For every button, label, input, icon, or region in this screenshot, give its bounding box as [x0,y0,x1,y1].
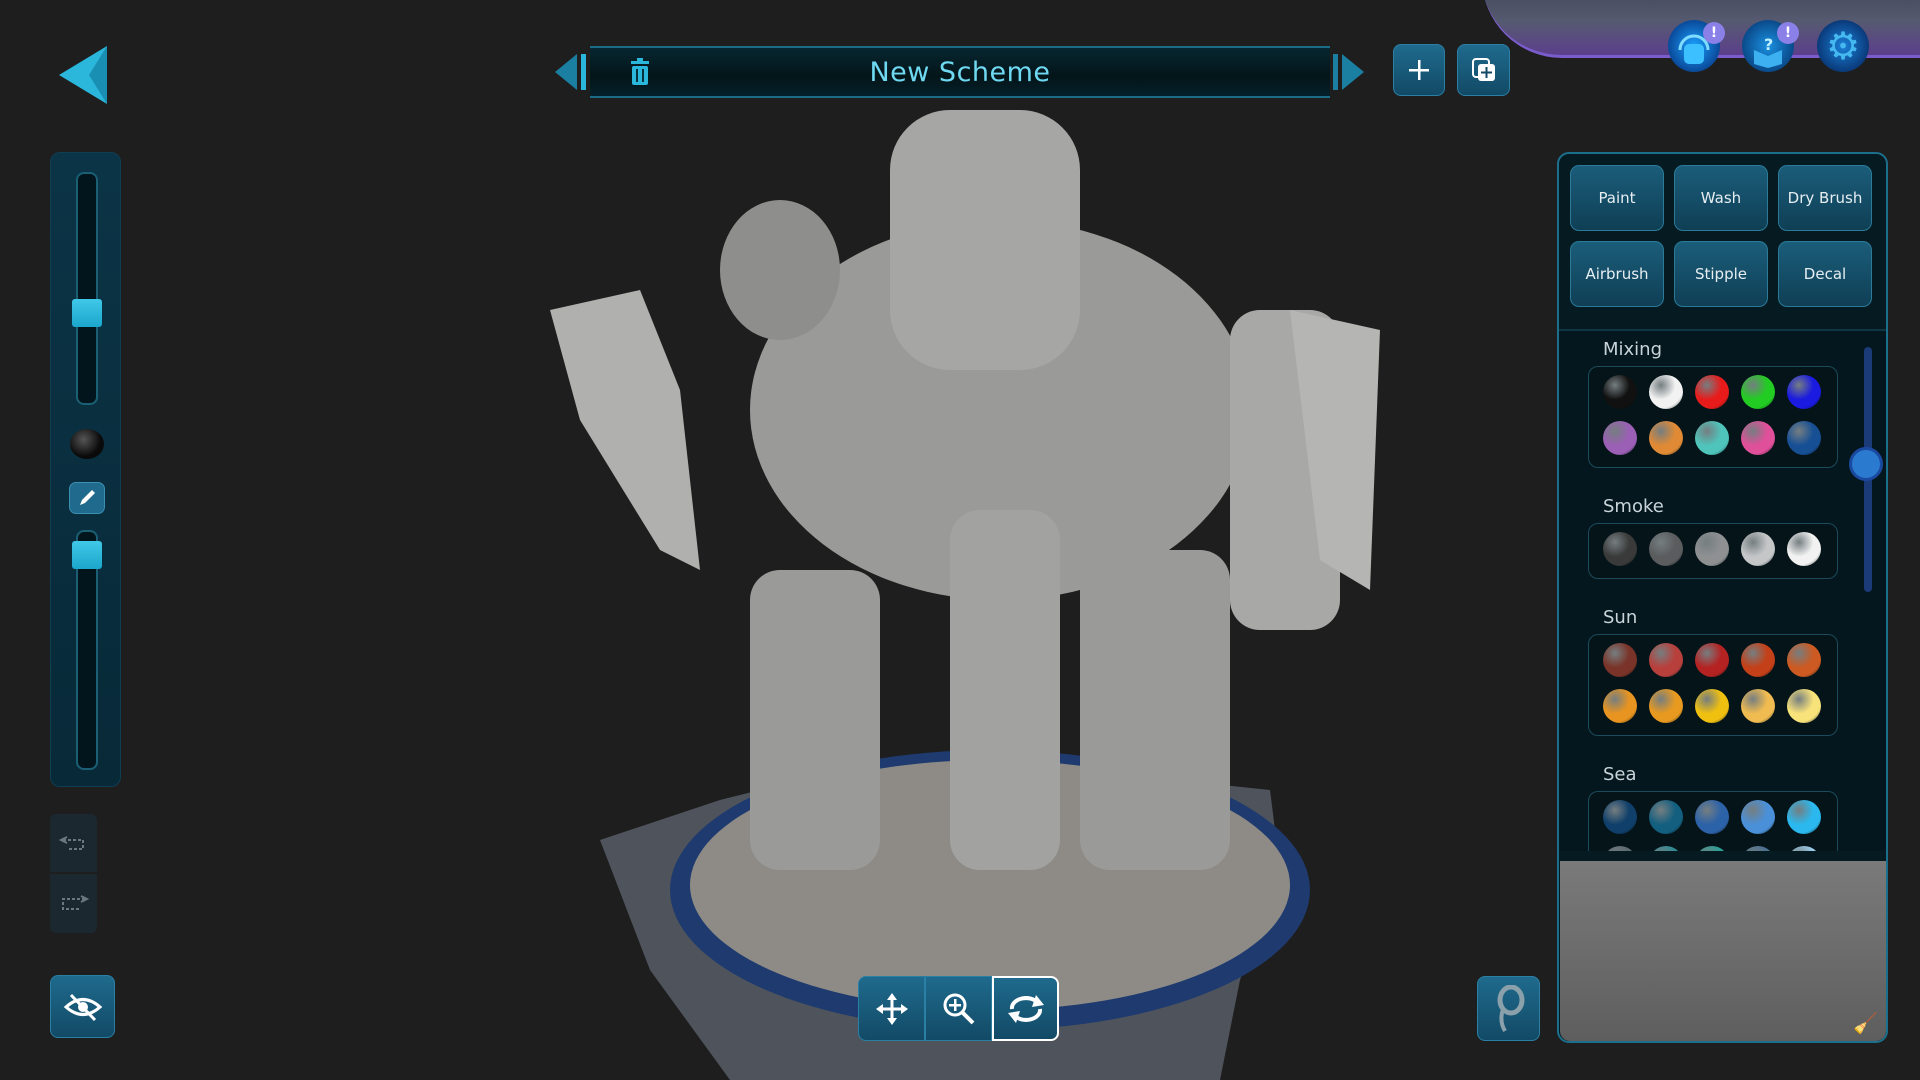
scheme-title: New Scheme [869,56,1051,88]
color-swatch[interactable] [1603,800,1637,834]
palette-scrollbar-thumb[interactable] [1849,447,1883,481]
zoom-tool-button[interactable] [925,976,992,1041]
palette-group-label: Mixing [1603,339,1663,360]
back-button[interactable] [59,46,109,104]
palette-group-label: Sun [1603,607,1638,628]
settings-gear-icon: ⚙ [1825,24,1861,68]
color-swatch[interactable] [1787,643,1821,677]
mode-button-decal[interactable]: Decal [1778,241,1872,307]
eyedropper-icon [80,490,95,505]
color-swatch[interactable] [1649,375,1683,409]
color-swatch[interactable] [1787,421,1821,455]
color-swatch[interactable] [1741,689,1775,723]
color-swatch[interactable] [1695,375,1729,409]
camera-toolbar [858,976,1059,1041]
zoom-icon [943,993,974,1024]
color-swatch[interactable] [1649,800,1683,834]
delete-scheme-button[interactable] [628,58,652,86]
color-swatch[interactable] [1695,532,1729,566]
color-swatch[interactable] [1695,846,1729,851]
pan-tool-button[interactable] [858,976,925,1041]
notification-badge: ! [1777,22,1799,44]
color-swatch[interactable] [1787,846,1821,851]
palette-group-sea [1588,791,1838,851]
miniature-model-viewport[interactable] [520,90,1420,1080]
lasso-icon [1497,984,1524,1032]
brush-controls-panel [50,152,121,787]
duplicate-icon [1471,58,1495,81]
color-swatch[interactable] [1649,846,1683,851]
color-swatch[interactable] [1649,689,1683,723]
color-swatch[interactable] [1695,800,1729,834]
mode-button-paint[interactable]: Paint [1570,165,1664,231]
palette-group-label: Sea [1603,764,1637,785]
prev-scheme-button[interactable] [553,52,593,92]
palette-group-smoke [1588,523,1838,579]
color-swatch[interactable] [1787,689,1821,723]
color-swatch[interactable] [1603,689,1637,723]
notification-badge: ! [1703,22,1725,44]
next-scheme-button[interactable] [1326,52,1366,92]
color-preview-area: 🧹 [1560,861,1886,1041]
add-scheme-button[interactable] [1393,44,1445,96]
palette-group-mixing [1588,366,1838,468]
color-swatch[interactable] [1741,800,1775,834]
color-swatch[interactable] [1741,846,1775,851]
prev-scheme-icon [555,54,586,90]
color-swatch[interactable] [1741,375,1775,409]
color-swatch[interactable] [1695,689,1729,723]
eyedropper-button[interactable] [69,482,105,514]
color-swatch[interactable] [1787,532,1821,566]
plus-icon [1409,60,1429,80]
color-swatch[interactable] [1695,421,1729,455]
color-swatch[interactable] [1603,421,1637,455]
mode-button-wash[interactable]: Wash [1674,165,1768,231]
model-figure [550,110,1380,870]
trash-icon [631,58,649,85]
rotate-tool-button[interactable] [992,976,1059,1041]
rotate-icon [1007,994,1044,1023]
settings-button[interactable]: ⚙ [1817,20,1869,72]
color-swatch[interactable] [1603,846,1637,851]
color-swatch[interactable] [1649,643,1683,677]
palette-area: Mixing Smoke Sun Sea [1559,329,1886,851]
eye-off-icon [63,993,102,1021]
color-swatch[interactable] [1741,643,1775,677]
current-color-swatch[interactable] [70,429,104,459]
lasso-select-button[interactable] [1477,976,1540,1041]
redo-button[interactable] [50,874,97,933]
color-swatch[interactable] [1649,532,1683,566]
color-swatch[interactable] [1741,532,1775,566]
brush-size-slider-handle[interactable] [72,299,102,328]
color-swatch[interactable] [1787,375,1821,409]
color-swatch[interactable] [1695,643,1729,677]
duplicate-scheme-button[interactable] [1457,44,1510,96]
mode-button-airbrush[interactable]: Airbrush [1570,241,1664,307]
undo-button[interactable] [50,814,97,872]
undo-icon [58,836,84,850]
palette-group-sun [1588,634,1838,736]
clear-broom-icon[interactable]: 🧹 [1853,1011,1878,1035]
color-swatch[interactable] [1603,375,1637,409]
next-scheme-icon [1333,54,1364,90]
brush-size-slider[interactable] [76,172,98,405]
paint-panel: Paint Wash Dry Brush Airbrush Stipple Decal M… [1557,152,1888,1043]
color-swatch[interactable] [1603,643,1637,677]
redo-icon [61,894,89,910]
color-swatch[interactable] [1787,800,1821,834]
svg-text:?: ? [1764,35,1773,54]
opacity-slider-handle[interactable] [72,540,102,569]
palette-group-label: Smoke [1603,496,1664,517]
move-icon [875,992,908,1025]
mode-button-stipple[interactable]: Stipple [1674,241,1768,307]
toggle-visibility-button[interactable] [50,975,115,1038]
mode-button-dry-brush[interactable]: Dry Brush [1778,165,1872,231]
color-swatch[interactable] [1741,421,1775,455]
color-swatch[interactable] [1603,532,1637,566]
color-swatch[interactable] [1649,421,1683,455]
back-arrow-icon [59,46,107,104]
